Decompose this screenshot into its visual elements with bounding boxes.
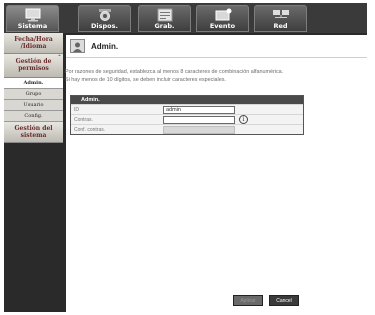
tab-evento[interactable]: Evento xyxy=(196,5,249,32)
sidebar-item-config[interactable]: Config. xyxy=(4,111,63,122)
tab-sistema[interactable]: Sistema xyxy=(6,5,59,32)
monitor-icon xyxy=(25,8,40,22)
info-icon[interactable]: i xyxy=(239,115,248,124)
sidebar-item-admin[interactable]: Admin. xyxy=(4,78,63,89)
sidebar-item-label: Gestión de permisos xyxy=(15,58,52,72)
password-label: Contras. xyxy=(74,117,93,123)
password-field[interactable] xyxy=(163,116,235,124)
table-row: Conf. contras. xyxy=(71,124,303,134)
confirm-password-field[interactable] xyxy=(163,126,235,134)
settings-window: Sistema Dispos. Grab. Evento Red Fecha/H… xyxy=(4,3,367,312)
event-icon xyxy=(215,8,231,21)
sidebar-item-grupo[interactable]: Grupo xyxy=(4,89,63,100)
tab-label: Grab. xyxy=(154,22,175,30)
id-field[interactable]: admin xyxy=(163,106,235,114)
table-header: Admin. xyxy=(71,96,303,104)
title-divider xyxy=(66,57,367,58)
tab-grabacion[interactable]: Grab. xyxy=(138,5,191,32)
security-note-line1: Por razones de seguridad, establezca al … xyxy=(65,69,284,75)
top-tab-bar: Sistema Dispos. Grab. Evento Red xyxy=(4,3,367,33)
apply-button[interactable]: Aplicar xyxy=(233,295,263,306)
sidebar: Fecha/Hora /Idioma ˆ Gestión de permisos… xyxy=(4,33,63,312)
tab-label: Dispos. xyxy=(91,22,118,30)
network-icon xyxy=(272,10,289,18)
tab-label: Red xyxy=(273,22,288,30)
confirm-password-label: Conf. contras. xyxy=(74,127,106,133)
tab-red[interactable]: Red xyxy=(254,5,307,32)
tab-dispositivo[interactable]: Dispos. xyxy=(78,5,131,32)
collapse-caret-icon: ˆ xyxy=(58,55,61,62)
sidebar-item-fecha-hora[interactable]: Fecha/Hora /Idioma xyxy=(4,33,63,54)
sidebar-item-gestion-permisos[interactable]: ˆ Gestión de permisos xyxy=(4,54,63,78)
page-title: Admin. xyxy=(91,42,119,51)
tab-label: Evento xyxy=(209,22,236,30)
tab-label: Sistema xyxy=(17,22,48,30)
id-label: ID xyxy=(74,107,79,113)
table-row: Contras. i xyxy=(71,114,303,124)
security-note-line2: Si hay menos de 10 dígitos, se deben inc… xyxy=(65,77,226,83)
camera-icon xyxy=(98,9,111,21)
sidebar-item-label: Fecha/Hora /Idioma xyxy=(14,36,53,50)
sidebar-item-usuario[interactable]: Usuario xyxy=(4,100,63,111)
sidebar-item-label: Gestión del sistema xyxy=(14,125,53,139)
main-panel: Admin. Por razones de seguridad, estable… xyxy=(65,35,367,312)
admin-settings-table: Admin. ID admin Contras. i Conf. contras… xyxy=(70,95,304,135)
admin-user-icon xyxy=(70,39,85,53)
record-calendar-icon xyxy=(157,8,172,22)
table-row: ID admin xyxy=(71,104,303,114)
sidebar-item-gestion-sistema[interactable]: Gestión del sistema xyxy=(4,122,63,143)
cancel-button[interactable]: Cancel xyxy=(269,295,299,306)
